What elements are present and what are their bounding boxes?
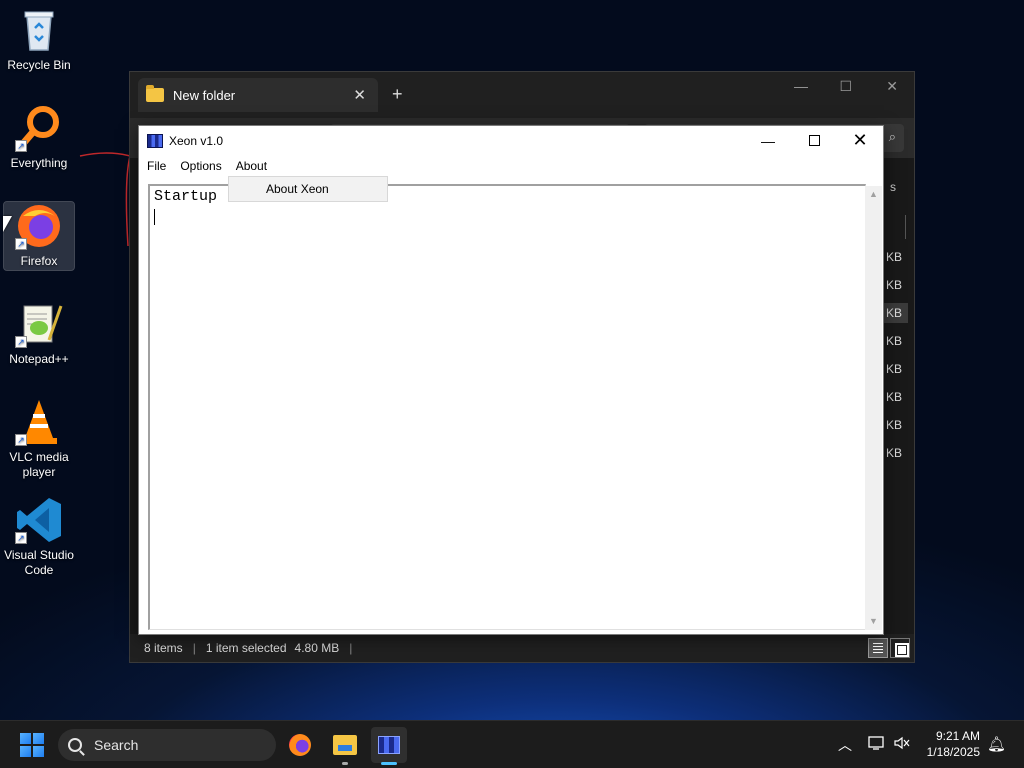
- search-icon: ⌕: [888, 129, 896, 144]
- explorer-tab-title: New folder: [173, 87, 236, 103]
- volume-muted-icon[interactable]: [893, 735, 911, 751]
- xeon-icon: [378, 736, 400, 754]
- taskbar-app-file-explorer[interactable]: [327, 727, 363, 765]
- desktop-icon-notepad-plus-plus[interactable]: ↗ Notepad++: [4, 300, 74, 367]
- explorer-titlebar: New folder ✕ + — ☐ ✕: [130, 72, 914, 118]
- shortcut-arrow-icon: ↗: [15, 140, 27, 152]
- shortcut-arrow-icon: ↗: [15, 532, 27, 544]
- editor-vertical-scrollbar[interactable]: ▲ ▼: [865, 186, 882, 630]
- explorer-close-button[interactable]: ✕: [886, 78, 898, 95]
- system-clock[interactable]: 9:21 AM 1/18/2025: [927, 728, 980, 760]
- explorer-maximize-button[interactable]: ☐: [839, 78, 852, 95]
- file-size-cell: KB: [885, 250, 902, 264]
- taskbar-app-xeon[interactable]: [371, 727, 407, 765]
- firefox-icon: ↗: [15, 202, 63, 250]
- xeon-close-button[interactable]: ✕: [837, 126, 883, 155]
- show-hidden-icons-chevron-icon[interactable]: ︿: [838, 735, 852, 755]
- xeon-window: Xeon v1.0 — ✕ File Options About Startup…: [138, 125, 884, 635]
- shortcut-arrow-icon: ↗: [15, 238, 27, 250]
- status-selection-size: 4.80 MB: [294, 641, 340, 655]
- notification-bell-icon[interactable]: 🔔︎: [987, 735, 1006, 753]
- column-header-partial: s: [890, 180, 896, 194]
- mouse-cursor-icon: [3, 216, 12, 232]
- desktop-icon-vlc[interactable]: ↗ VLC media player: [4, 398, 74, 480]
- tiles-view-button[interactable]: [890, 638, 910, 658]
- file-size-cell: KB: [885, 334, 902, 348]
- desktop-icon-label: Visual Studio Code: [4, 548, 74, 577]
- desktop-icon-label: Recycle Bin: [7, 58, 71, 72]
- taskbar-search-box[interactable]: Search: [58, 729, 276, 761]
- folder-icon: [146, 85, 164, 102]
- menu-options[interactable]: Options: [180, 159, 221, 173]
- everything-search-icon: ↗: [15, 104, 63, 152]
- shortcut-arrow-icon: ↗: [15, 434, 27, 446]
- firefox-icon: [289, 734, 311, 756]
- recycle-bin-icon: [15, 6, 63, 54]
- desktop-icon-vscode[interactable]: ↗ Visual Studio Code: [4, 496, 74, 578]
- desktop-icon-label: Firefox: [20, 254, 58, 268]
- editor-text: Startup: [154, 188, 218, 205]
- xeon-app-icon: [147, 133, 163, 148]
- network-icon[interactable]: [868, 735, 886, 751]
- tab-close-button[interactable]: ✕: [353, 86, 366, 104]
- xeon-text-editor[interactable]: Startup: [148, 184, 866, 630]
- scroll-down-arrow-icon[interactable]: ▼: [865, 613, 882, 630]
- xeon-minimize-button[interactable]: —: [745, 126, 791, 155]
- running-indicator: [342, 762, 348, 765]
- new-tab-button[interactable]: +: [392, 84, 403, 105]
- clock-date: 1/18/2025: [926, 745, 980, 759]
- about-dropdown-menu: About Xeon: [228, 176, 388, 202]
- explorer-status-bar: 8 items | 1 item selected 4.80 MB |: [130, 634, 914, 662]
- taskbar: Search ︿ 9:21 AM 1/18/2025 🔔︎: [0, 720, 1024, 768]
- active-indicator: [381, 762, 397, 765]
- file-size-cell-selected: KB: [881, 303, 908, 323]
- desktop-icon-label: VLC media player: [9, 450, 69, 479]
- xeon-titlebar: Xeon v1.0 — ✕: [139, 126, 883, 155]
- xeon-menu-bar: File Options About: [139, 155, 883, 176]
- menu-about[interactable]: About: [236, 159, 267, 173]
- status-separator: |: [349, 641, 353, 655]
- status-selection: 1 item selected: [205, 641, 287, 655]
- desktop-icon-firefox[interactable]: ↗ Firefox: [3, 201, 75, 271]
- menu-file[interactable]: File: [147, 159, 166, 173]
- menu-item-about-xeon[interactable]: About Xeon: [266, 182, 329, 196]
- details-view-button[interactable]: [868, 638, 888, 658]
- shortcut-arrow-icon: ↗: [15, 336, 27, 348]
- explorer-tab-new-folder[interactable]: New folder ✕: [138, 78, 378, 112]
- file-size-cell: KB: [885, 418, 902, 432]
- vscode-icon: ↗: [15, 496, 63, 544]
- text-caret: [154, 209, 155, 225]
- desktop-icon-recycle-bin[interactable]: Recycle Bin: [4, 6, 74, 73]
- vlc-icon: ↗: [15, 398, 63, 446]
- file-size-cell: KB: [885, 390, 902, 404]
- xeon-window-title: Xeon v1.0: [169, 133, 224, 148]
- taskbar-app-firefox[interactable]: [282, 727, 318, 763]
- scroll-up-arrow-icon[interactable]: ▲: [865, 186, 882, 203]
- search-icon: [68, 738, 82, 752]
- file-size-cell: KB: [885, 362, 902, 376]
- column-divider: [905, 215, 906, 239]
- file-explorer-icon: [333, 735, 357, 755]
- explorer-minimize-button[interactable]: —: [794, 78, 808, 94]
- clock-time: 9:21 AM: [935, 729, 980, 743]
- status-item-count: 8 items: [144, 641, 183, 655]
- status-separator: |: [192, 641, 196, 655]
- file-size-cell: KB: [885, 446, 902, 460]
- start-button[interactable]: [20, 733, 44, 757]
- desktop-icon-label: Everything: [10, 156, 68, 170]
- windows-logo-icon: [20, 733, 31, 744]
- xeon-maximize-button[interactable]: [791, 126, 837, 155]
- search-placeholder: Search: [94, 737, 139, 753]
- desktop-icon-label: Notepad++: [9, 352, 69, 366]
- notepad-plus-plus-icon: ↗: [15, 300, 63, 348]
- maximize-icon: [808, 135, 820, 146]
- file-size-cell: KB: [885, 278, 902, 292]
- desktop-icon-everything[interactable]: ↗ Everything: [4, 104, 74, 171]
